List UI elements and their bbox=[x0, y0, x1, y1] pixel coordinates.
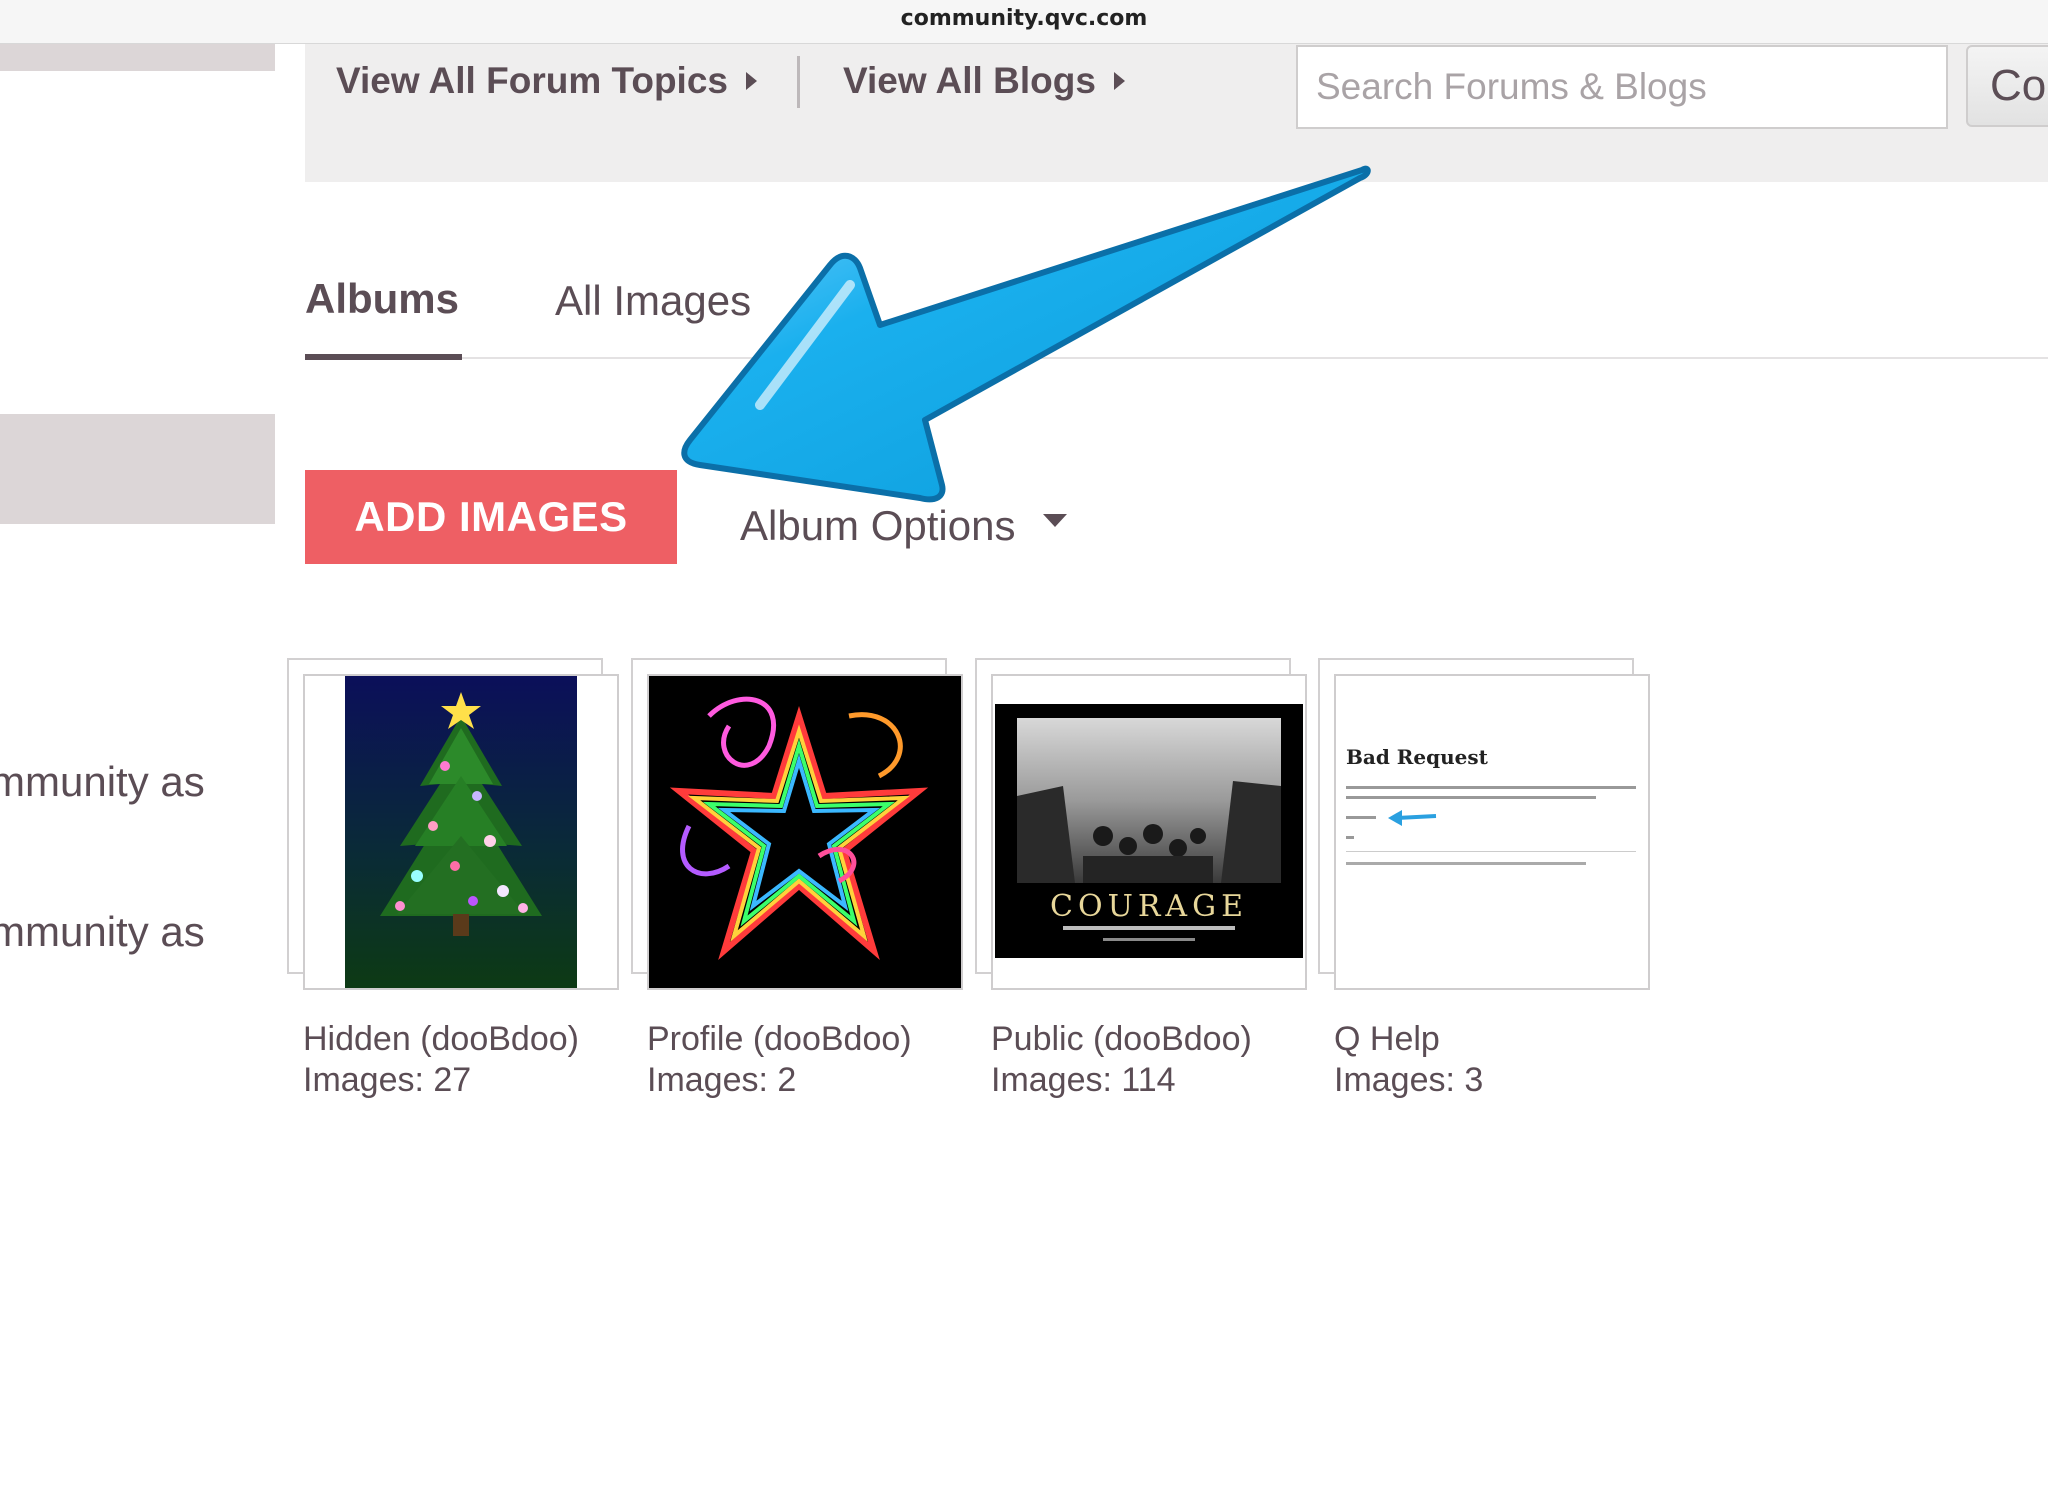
sidebar-text-2: mmunity as bbox=[0, 908, 205, 955]
album-card[interactable]: Hidden (dooBdoo) Images: 27 bbox=[287, 658, 633, 1099]
neon-star-image bbox=[649, 676, 961, 988]
album-card[interactable]: Profile (dooBdoo) Images: 2 bbox=[631, 658, 977, 1099]
album-thumbnail[interactable] bbox=[303, 674, 619, 990]
album-options-dropdown[interactable]: Album Options bbox=[740, 502, 1068, 550]
christmas-tree-image bbox=[345, 676, 577, 988]
album-thumbnail[interactable] bbox=[647, 674, 963, 990]
sidebar-block-highlight[interactable] bbox=[0, 414, 275, 524]
triangle-right-icon bbox=[1113, 72, 1125, 90]
nav-divider bbox=[797, 56, 800, 108]
search-placeholder: Search Forums & Blogs bbox=[1316, 66, 1707, 107]
bad-request-text: Bad Request bbox=[1346, 745, 1489, 769]
album-options-label: Album Options bbox=[740, 502, 1016, 549]
search-input[interactable]: Search Forums & Blogs bbox=[1296, 45, 1948, 129]
search-submit-button[interactable]: Co bbox=[1966, 45, 2048, 127]
view-all-forum-topics-link[interactable]: View All Forum Topics bbox=[336, 60, 757, 102]
tab-divider bbox=[305, 357, 2048, 359]
album-name[interactable]: Profile (dooBdoo) bbox=[647, 1020, 912, 1059]
tab-albums[interactable]: Albums bbox=[305, 275, 459, 323]
album-image-count: Images: 2 bbox=[647, 1061, 797, 1099]
tab-all-images[interactable]: All Images bbox=[555, 277, 751, 325]
album-image-count: Images: 27 bbox=[303, 1061, 472, 1099]
album-card[interactable]: COURAGE Public (dooBdoo) Images: 114 bbox=[975, 658, 1321, 1099]
album-name[interactable]: Hidden (dooBdoo) bbox=[303, 1020, 579, 1059]
caret-down-icon bbox=[1043, 513, 1068, 527]
view-all-blogs-link[interactable]: View All Blogs bbox=[843, 60, 1125, 102]
active-tab-indicator bbox=[305, 354, 462, 360]
album-card[interactable]: Bad Request Q Help Images: 3 bbox=[1318, 658, 1664, 1099]
album-name[interactable]: Q Help bbox=[1334, 1020, 1440, 1059]
album-image-count: Images: 3 bbox=[1334, 1061, 1484, 1099]
add-images-button[interactable]: ADD IMAGES bbox=[305, 470, 677, 564]
url-text: community.qvc.com bbox=[900, 6, 1148, 31]
url-bar[interactable]: community.qvc.com bbox=[0, 0, 2048, 44]
album-thumbnail[interactable]: COURAGE bbox=[991, 674, 1307, 990]
blogs-label: View All Blogs bbox=[843, 60, 1096, 101]
bad-request-screenshot-image: Bad Request bbox=[1336, 676, 1648, 988]
triangle-right-icon bbox=[746, 72, 757, 90]
sidebar-block-top bbox=[0, 44, 275, 71]
courage-text: COURAGE bbox=[1050, 889, 1248, 924]
courage-poster-image: COURAGE bbox=[993, 676, 1305, 988]
album-thumbnail[interactable]: Bad Request bbox=[1334, 674, 1650, 990]
album-image-count: Images: 114 bbox=[991, 1061, 1176, 1099]
album-name[interactable]: Public (dooBdoo) bbox=[991, 1020, 1252, 1059]
sidebar-text-1: mmunity as bbox=[0, 758, 205, 805]
forum-topics-label: View All Forum Topics bbox=[336, 60, 728, 101]
